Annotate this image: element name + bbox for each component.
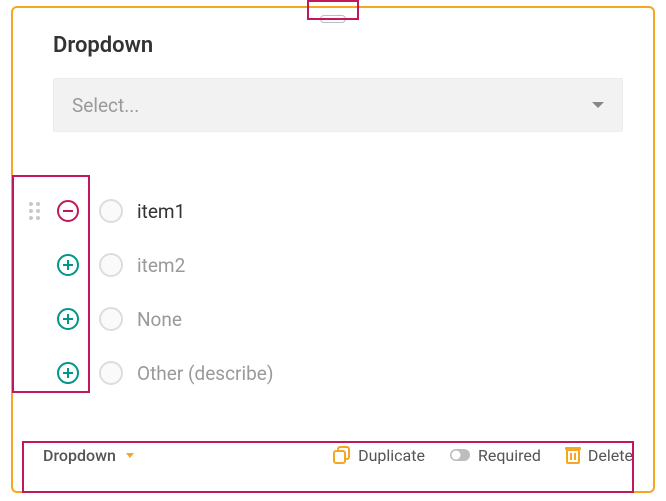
- dropdown-placeholder: Select...: [72, 94, 139, 117]
- options-list: item1 item2 None Other (describe): [25, 184, 643, 400]
- option-row: item2: [25, 238, 643, 292]
- option-radio[interactable]: [99, 361, 123, 385]
- dropdown-select[interactable]: Select...: [53, 78, 623, 132]
- option-label[interactable]: item2: [137, 254, 185, 277]
- option-label[interactable]: item1: [137, 200, 185, 223]
- highlight-footer: [22, 441, 634, 493]
- highlight-option-actions: [12, 175, 90, 393]
- question-title[interactable]: Dropdown: [53, 33, 153, 58]
- question-card: Dropdown Select... item1 item2 None Other (…: [11, 6, 655, 493]
- option-row: item1: [25, 184, 643, 238]
- option-label[interactable]: Other (describe): [137, 362, 273, 385]
- option-radio[interactable]: [99, 253, 123, 277]
- option-row: None: [25, 292, 643, 346]
- option-radio[interactable]: [99, 199, 123, 223]
- option-label[interactable]: None: [137, 308, 182, 331]
- option-row: Other (describe): [25, 346, 643, 400]
- chevron-down-icon: [592, 102, 604, 108]
- highlight-drag-handle: [307, 0, 359, 20]
- option-radio[interactable]: [99, 307, 123, 331]
